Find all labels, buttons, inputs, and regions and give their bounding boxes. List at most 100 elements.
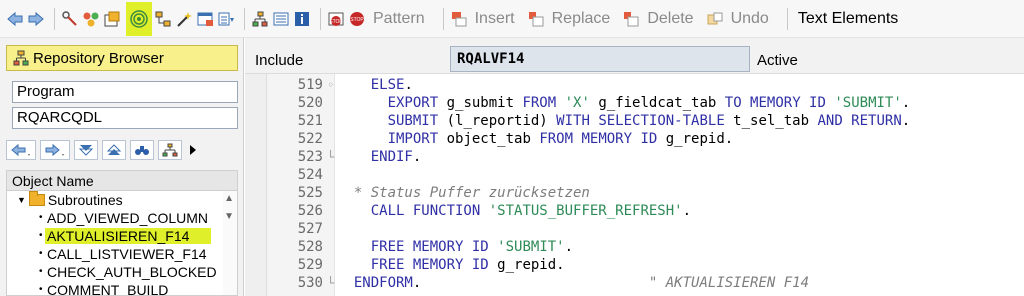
code-line[interactable]: 526 CALL FUNCTION 'STATUS_BUFFER_REFRESH…: [267, 202, 1024, 220]
object-navigator-panel: Repository Browser Program RQARCQDL Obje…: [0, 38, 244, 296]
application-toolbar: STOP STOP Pattern Insert Replace Delete …: [0, 0, 1024, 38]
code-line[interactable]: 527: [267, 220, 1024, 238]
svg-text:STOP: STOP: [329, 19, 343, 25]
magic-wand-icon[interactable]: [175, 10, 193, 28]
display-change-icon[interactable]: [61, 10, 79, 28]
delete-button[interactable]: Delete: [647, 10, 693, 28]
svg-text:STOP: STOP: [350, 17, 364, 23]
stop-icon[interactable]: STOP: [327, 10, 345, 28]
code-line[interactable]: 521 SUBMIT (l_reportid) WITH SELECTION-T…: [267, 112, 1024, 130]
info-icon[interactable]: [293, 10, 311, 28]
tree-item[interactable]: ADD_VIEWED_COLUMN: [7, 209, 237, 227]
tree-scrollbar[interactable]: ▲ ▼: [223, 191, 237, 295]
code-text: ENDFORM. " AKTUALISIEREN F14: [353, 275, 810, 291]
undo-icon: [706, 10, 724, 28]
line-number: 527: [297, 221, 323, 237]
hierarchy-icon: [13, 50, 29, 66]
pattern-button[interactable]: Pattern: [373, 10, 425, 28]
tree-icon[interactable]: [158, 140, 182, 160]
tree-item[interactable]: CHECK_AUTH_BLOCKED: [7, 263, 237, 281]
code-line[interactable]: 523 └ ENDIF.: [267, 148, 1024, 166]
code-line[interactable]: 519 ◦ ELSE.: [267, 76, 1024, 94]
binoculars-icon[interactable]: [130, 140, 154, 160]
object-type-field[interactable]: Program: [12, 81, 238, 103]
text-elements-button[interactable]: Text Elements: [798, 10, 898, 28]
scroll-down-icon[interactable]: ▼: [224, 211, 234, 222]
code-text: * Status Puffer zurücksetzen: [353, 185, 590, 201]
fold-marker-icon[interactable]: └: [327, 148, 334, 166]
tree-folder-subroutines[interactable]: ▼ Subroutines: [7, 191, 237, 209]
tree-item-label: ADD_VIEWED_COLUMN: [47, 210, 209, 226]
replace-button[interactable]: Replace: [552, 10, 611, 28]
code-line[interactable]: 522 IMPORT object_tab FROM MEMORY ID g_r…: [267, 130, 1024, 148]
tree-icon[interactable]: [251, 10, 269, 28]
insert-icon: [450, 10, 468, 28]
code-line[interactable]: 520 EXPORT g_submit FROM 'X' g_fieldcat_…: [267, 94, 1024, 112]
code-text: SUBMIT (l_reportid) WITH SELECTION-TABLE…: [387, 113, 911, 129]
tree-item-selected[interactable]: AKTUALISIEREN_F14: [7, 227, 237, 245]
status-label: Active: [757, 52, 798, 69]
code-line[interactable]: 530 └ ENDFORM. " AKTUALISIEREN F14: [267, 274, 1024, 292]
fold-marker-icon[interactable]: ◦: [327, 76, 334, 94]
line-number: 530: [297, 275, 323, 291]
forward-icon[interactable]: [40, 140, 70, 160]
include-label: Include: [255, 52, 304, 69]
tree-item-label: AKTUALISIEREN_F14: [45, 228, 212, 244]
code-text: EXPORT g_submit FROM 'X' g_fieldcat_tab …: [387, 95, 911, 111]
scroll-up-icon[interactable]: ▲: [224, 193, 234, 204]
code-line[interactable]: 529 FREE MEMORY ID g_repid.: [267, 256, 1024, 274]
code-text: CALL FUNCTION 'STATUS_BUFFER_REFRESH'.: [370, 203, 692, 219]
collapse-icon[interactable]: [74, 140, 98, 160]
replace-icon: [527, 10, 545, 28]
editor-margin: [245, 74, 267, 296]
code-line[interactable]: 528 FREE MEMORY ID 'SUBMIT'.: [267, 238, 1024, 256]
line-number: 529: [297, 257, 323, 273]
tree-item-label: CHECK_AUTH_BLOCKED: [47, 264, 217, 280]
code-text: ENDIF.: [370, 149, 422, 165]
folder-label: Subroutines: [47, 192, 123, 208]
line-number: 519: [297, 77, 323, 93]
window-icon[interactable]: [196, 10, 214, 28]
expand-icon[interactable]: [102, 140, 126, 160]
tree-item-label: CALL_LISTVIEWER_F14: [47, 246, 207, 262]
line-number: 528: [297, 239, 323, 255]
tree-item[interactable]: CALL_LISTVIEWER_F14: [7, 245, 237, 263]
breakpoint-icon[interactable]: STOP: [348, 10, 366, 28]
insert-button[interactable]: Insert: [475, 10, 515, 28]
toolbar-separator: [442, 7, 444, 30]
line-number: 521: [297, 113, 323, 129]
code-line[interactable]: 525 * Status Puffer zurücksetzen: [267, 184, 1024, 202]
line-number: 525: [297, 185, 323, 201]
line-number: 523: [297, 149, 323, 165]
object-name-field[interactable]: RQARCQDL: [12, 107, 238, 129]
code-text: FREE MEMORY ID g_repid.: [370, 257, 565, 273]
where-used-icon[interactable]: [126, 1, 152, 36]
include-name-field[interactable]: RQALVF14: [450, 46, 750, 72]
fold-marker-icon[interactable]: └: [327, 274, 334, 292]
object-tree: Object Name ▼ Subroutines ADD_VIEWED_COL…: [6, 170, 238, 296]
hierarchy-icon[interactable]: [154, 10, 172, 28]
undo-button[interactable]: Undo: [731, 10, 769, 28]
repository-browser-label: Repository Browser: [33, 49, 164, 67]
code-line[interactable]: 524: [267, 166, 1024, 184]
forward-icon[interactable]: [27, 10, 45, 28]
back-icon[interactable]: [6, 10, 24, 28]
other-object-icon[interactable]: [103, 10, 121, 28]
back-icon[interactable]: [6, 140, 36, 160]
object-list-icon[interactable]: [217, 10, 235, 28]
code-editor[interactable]: 519 ◦ ELSE. 520 EXPORT g_submit FROM 'X' g…: [245, 74, 1024, 296]
caret-down-icon[interactable]: ▼: [17, 191, 26, 209]
toolbar-separator: [320, 7, 321, 30]
folder-icon: [28, 191, 45, 206]
activate-icon[interactable]: [82, 10, 100, 28]
line-number: 520: [297, 95, 323, 111]
more-arrow-icon[interactable]: [186, 140, 200, 160]
navigator-toolbar: [6, 138, 204, 162]
code-text: IMPORT object_tab FROM MEMORY ID g_repid…: [387, 131, 734, 147]
toolbar-separator: [244, 7, 245, 30]
repository-browser-button[interactable]: Repository Browser: [6, 45, 238, 71]
tree-item-label: COMMENT_BUILD: [47, 282, 169, 296]
line-number: 522: [297, 131, 323, 147]
tree-item[interactable]: COMMENT_BUILD: [7, 281, 237, 296]
list-icon[interactable]: [272, 10, 290, 28]
